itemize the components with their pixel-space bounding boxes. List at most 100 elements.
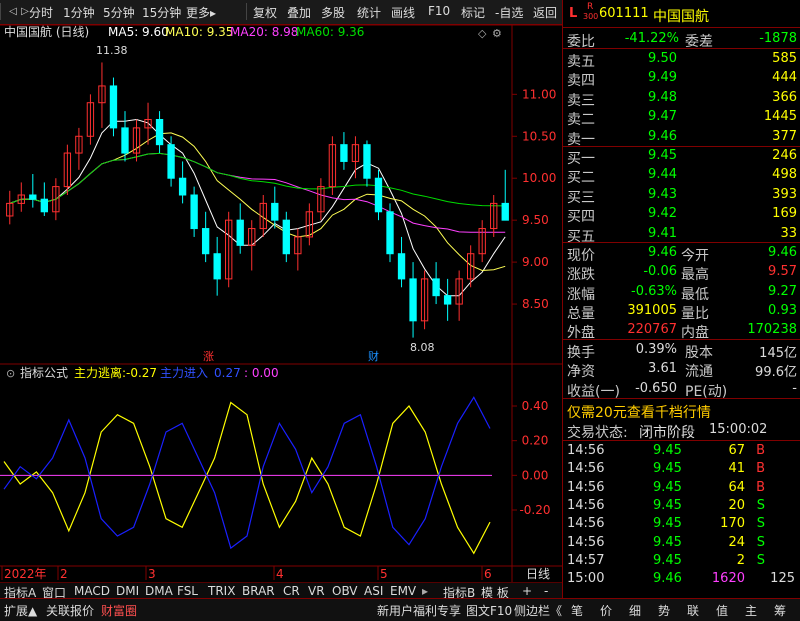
ma-line [9, 118, 506, 297]
book-row[interactable]: 买四 9.42 169 [567, 205, 799, 225]
date-label: 6 [484, 567, 492, 581]
side-tab[interactable]: 主 [745, 602, 757, 619]
book-volume: 33 [780, 225, 797, 241]
tick-row: 15:00 9.46 1620 125 [567, 570, 799, 589]
cr-tab[interactable]: CR [283, 584, 300, 598]
stat-label: 最高 [681, 267, 709, 284]
minus-button[interactable]: - [544, 584, 548, 598]
tick-row: 14:56 9.45 20 S [567, 497, 799, 516]
finance-marker[interactable]: 财 [368, 349, 379, 363]
book-row[interactable]: 买三 9.43 393 [567, 186, 799, 206]
indicator-title[interactable]: 指标公式 [20, 365, 68, 380]
tick-volume: 64 [728, 479, 745, 495]
trix-tab[interactable]: TRIX [208, 584, 235, 598]
book-volume: 585 [772, 51, 797, 66]
status-bar: 扩展▲ 关联报价 财富圈 新用户福利专享 图文F10 侧边栏《 笔价细势联值主筹 [0, 598, 800, 621]
candle-body [109, 85, 118, 129]
market-tag-sub: 300 [583, 12, 599, 21]
book-row[interactable]: 卖一 9.46 377 [567, 128, 799, 148]
date-label: 5 [380, 567, 388, 581]
book-price: 9.41 [648, 225, 677, 241]
candle-body [386, 211, 394, 255]
wealth-circle-tab[interactable]: 财富圈 [101, 602, 137, 619]
book-row[interactable]: 买一 9.45 246 [567, 147, 799, 167]
book-row[interactable]: 卖五 9.50 585 [567, 50, 799, 70]
promo-row[interactable]: 仅需20元查看千档行情 [567, 401, 799, 422]
ma-line [9, 152, 506, 207]
emv-tab[interactable]: EMV [390, 584, 416, 598]
f10-graphic-tab[interactable]: 图文F10 [466, 602, 512, 619]
candle-body [409, 278, 417, 322]
side-tab[interactable]: 势 [658, 602, 670, 619]
plus-button[interactable]: + [522, 584, 532, 598]
fsl-tab[interactable]: FSL [177, 584, 198, 598]
brar-tab[interactable]: BRAR [242, 584, 275, 598]
ma60-legend: MA60: 9.36 [296, 25, 364, 39]
asi-tab[interactable]: ASI [364, 584, 383, 598]
scale-label[interactable]: 日线 [526, 567, 550, 581]
divider [563, 242, 800, 243]
side-tab[interactable]: 笔 [571, 602, 583, 619]
book-level: 卖三 [567, 92, 595, 109]
dma-tab[interactable]: DMA [145, 584, 173, 598]
indicator-axis: 0.40 0.20 0.00 -0.20 [512, 399, 551, 517]
book-volume: 377 [772, 128, 797, 144]
side-tab[interactable]: 价 [600, 602, 612, 619]
gear-icon[interactable]: ⚙ [492, 27, 502, 40]
book-row[interactable]: 卖三 9.48 366 [567, 89, 799, 109]
fund-value: - [792, 380, 797, 396]
diamond-icon[interactable]: ◇ [478, 27, 487, 40]
book-row[interactable]: 买五 9.41 33 [567, 225, 799, 245]
stat-value: 9.46 [648, 245, 677, 260]
book-price: 9.43 [648, 186, 677, 202]
side-tab[interactable]: 值 [716, 602, 728, 619]
price-tick-label: 10.00 [522, 171, 556, 185]
ma-line [9, 152, 506, 233]
macd-tab[interactable]: MACD [74, 584, 110, 598]
stat-value: 391005 [627, 302, 677, 318]
candle-body [397, 253, 406, 280]
stat-label: 涨跌 [567, 267, 595, 284]
book-row[interactable]: 卖二 9.47 1445 [567, 108, 799, 128]
stat-value: 9.57 [768, 264, 797, 280]
ma10-legend: MA10: 9.35 [165, 25, 233, 39]
vr-tab[interactable]: VR [308, 584, 325, 598]
book-price: 9.47 [648, 109, 677, 125]
promo-link[interactable]: 仅需20元查看千档行情 [567, 402, 711, 422]
tick-count: 125 [770, 571, 795, 587]
candle-body [155, 119, 164, 146]
stat-value: 9.27 [768, 283, 797, 299]
book-price: 9.48 [648, 89, 677, 105]
divider [563, 48, 800, 49]
status-value: 闭市阶段 [639, 425, 695, 441]
related-quote-tab[interactable]: 关联报价 [46, 602, 94, 619]
tick-price: 9.45 [653, 534, 682, 550]
new-user-benefit-link[interactable]: 新用户福利专享 [377, 602, 461, 619]
rise-marker[interactable]: 涨 [203, 350, 214, 363]
ma-lines [9, 118, 506, 297]
side-tab[interactable]: 细 [629, 602, 641, 619]
book-row[interactable]: 卖四 9.49 444 [567, 69, 799, 90]
tick-volume: 20 [728, 497, 745, 513]
kline-chart[interactable]: 中国国航 (日线) MA5: 9.60 MA10: 9.35 MA20: 8.9… [0, 0, 562, 582]
side-tab[interactable]: 筹 [774, 602, 786, 619]
side-tab[interactable]: 联 [687, 602, 699, 619]
sidebar-toggle[interactable]: 侧边栏《 [514, 602, 562, 619]
candle-body [282, 219, 290, 255]
fund-label: 股本 [685, 345, 713, 361]
candle-body [236, 219, 244, 246]
obv-tab[interactable]: OBV [332, 584, 358, 598]
expand-button[interactable]: 扩展▲ [4, 602, 37, 619]
book-level: 卖四 [567, 73, 595, 90]
tick-price: 9.45 [653, 479, 682, 495]
tick-side: B [756, 461, 765, 477]
tick-volume: 170 [720, 516, 745, 532]
dmi-tab[interactable]: DMI [116, 584, 139, 598]
indicator-s2-value: 0.27 [214, 366, 241, 380]
indicator-menu-icon[interactable]: ⊙ [6, 367, 15, 380]
book-row[interactable]: 买二 9.44 498 [567, 166, 799, 186]
fund-value: 0.39% [635, 342, 677, 357]
tick-time: 14:57 [567, 552, 605, 568]
chevron-right-icon[interactable]: ▸ [422, 584, 428, 598]
tick-row: 14:56 9.45 67 B [567, 442, 799, 461]
